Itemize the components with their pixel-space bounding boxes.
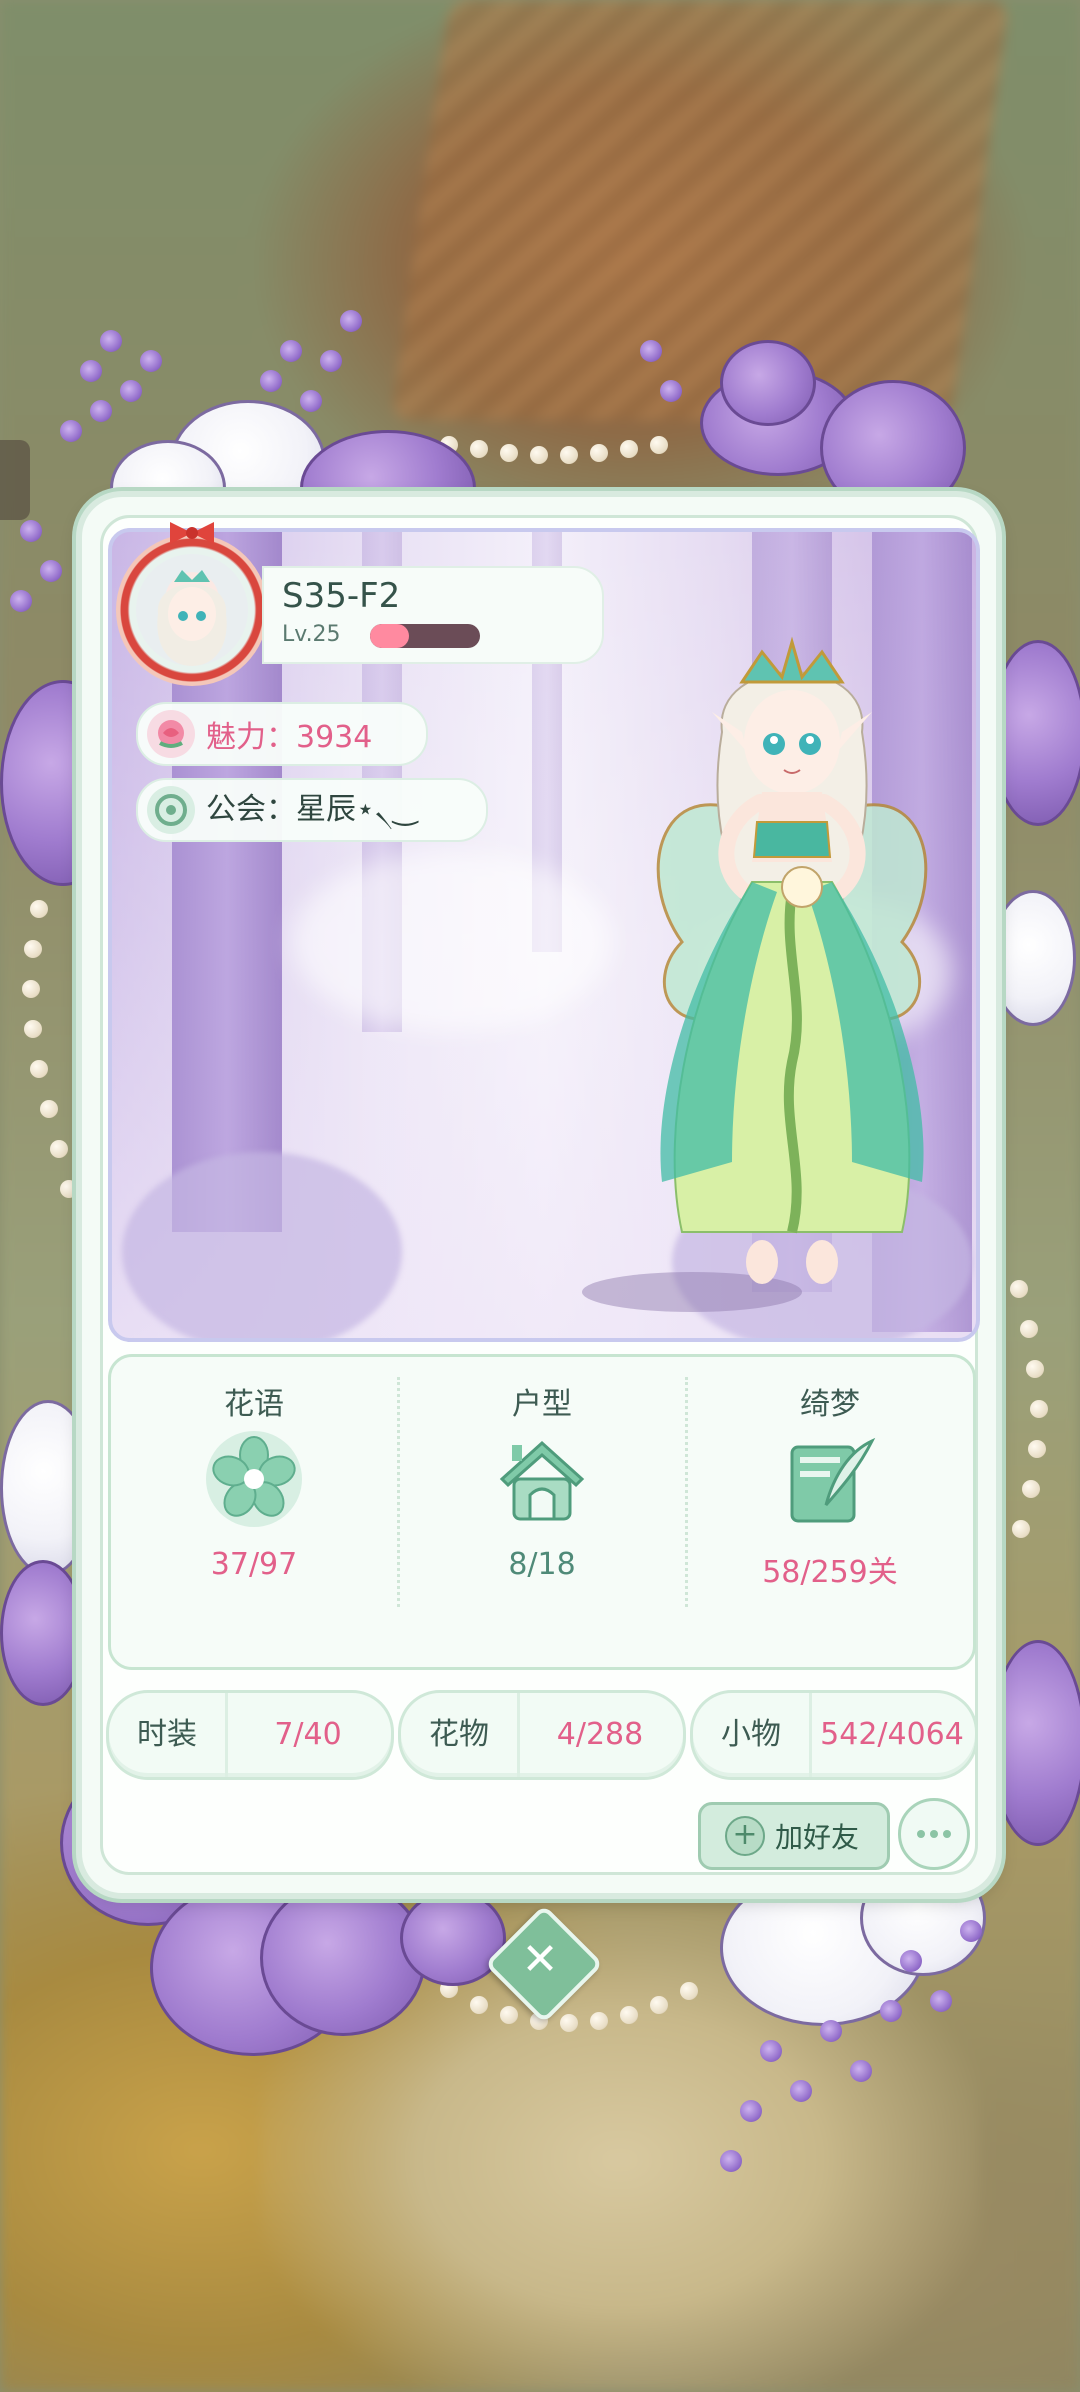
add-friend-label: 加好友 bbox=[775, 1821, 860, 1854]
stat-house-type[interactable]: 户型 8/18 bbox=[399, 1357, 685, 1667]
charm-value: 魅力：3934 bbox=[206, 720, 373, 755]
player-level: Lv.25 bbox=[282, 622, 341, 647]
stat-value: 8/18 bbox=[508, 1547, 576, 1582]
side-tab-handle[interactable] bbox=[0, 440, 30, 520]
stat-label: 绮梦 bbox=[800, 1387, 860, 1422]
flower-icon bbox=[206, 1431, 302, 1527]
plus-icon: + bbox=[725, 1816, 765, 1856]
avatar-portrait-icon bbox=[157, 570, 227, 666]
stats-panel: 花语 37/97 户型 8/18 绮梦 58/259关 bbox=[108, 1354, 976, 1670]
charm-pill: 魅力：3934 bbox=[136, 702, 428, 766]
stat-flower-language[interactable]: 花语 37/97 bbox=[111, 1357, 397, 1667]
guild-emblem-icon bbox=[147, 786, 195, 834]
house-icon bbox=[499, 1440, 585, 1521]
avatar[interactable] bbox=[116, 522, 268, 686]
guild-name: 公会：星辰⋆৲‿ bbox=[206, 792, 418, 827]
more-options-button[interactable] bbox=[898, 1798, 970, 1870]
experience-bar bbox=[370, 624, 480, 648]
experience-fill bbox=[370, 624, 409, 648]
collection-label: 时装 bbox=[109, 1693, 228, 1777]
stat-label: 花语 bbox=[224, 1387, 284, 1422]
stat-value: 37/97 bbox=[210, 1547, 298, 1582]
stat-label: 户型 bbox=[512, 1387, 572, 1422]
stat-dream[interactable]: 绮梦 58/259关 bbox=[687, 1357, 973, 1667]
collection-value: 542/4064 bbox=[820, 1717, 964, 1752]
player-name-box: S35-F2 Lv.25 bbox=[262, 566, 604, 664]
player-name: S35-F2 bbox=[282, 576, 401, 616]
dream-letter-icon bbox=[790, 1437, 876, 1523]
collection-small-items[interactable]: 小物 542/4064 bbox=[690, 1690, 978, 1780]
collection-value: 4/288 bbox=[556, 1717, 644, 1752]
collection-label: 花物 bbox=[401, 1693, 520, 1777]
bow-icon bbox=[170, 522, 214, 544]
collection-label: 小物 bbox=[693, 1693, 812, 1777]
guild-pill[interactable]: 公会：星辰⋆৲‿ bbox=[136, 778, 488, 842]
fairy-character bbox=[656, 636, 928, 1284]
close-icon[interactable]: ✕ bbox=[502, 1922, 578, 1998]
collection-flowers[interactable]: 花物 4/288 bbox=[398, 1690, 686, 1780]
collection-outfits[interactable]: 时装 7/40 bbox=[106, 1690, 394, 1780]
rose-icon bbox=[147, 710, 195, 758]
collection-value: 7/40 bbox=[274, 1717, 342, 1752]
more-icon bbox=[917, 1830, 925, 1838]
stat-value: 58/259关 bbox=[762, 1555, 898, 1590]
add-friend-button[interactable]: + 加好友 bbox=[698, 1802, 890, 1870]
